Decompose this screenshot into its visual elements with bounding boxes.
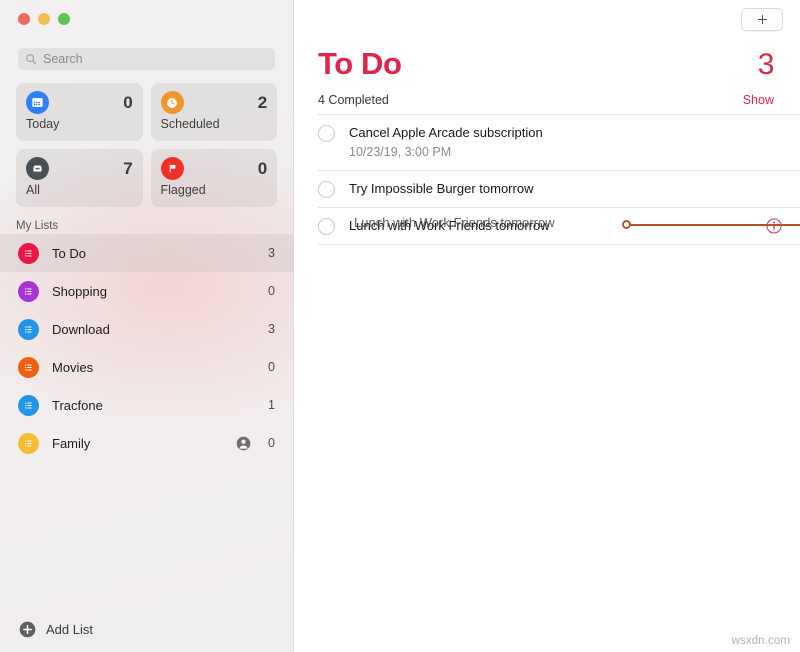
plus-circle-icon (19, 621, 36, 637)
sidebar-item-tracfone[interactable]: Tracfone 1 (0, 386, 293, 424)
sidebar-item-count: 1 (268, 398, 275, 412)
reminder-row[interactable]: Lunch with Work Friends tomorrow Lunch wi… (294, 208, 800, 244)
sidebar-item-count: 0 (268, 284, 275, 298)
list-icon (18, 356, 39, 378)
smart-list-label: All (26, 183, 40, 197)
sidebar-item-count: 0 (268, 360, 275, 374)
show-completed-button[interactable]: Show (743, 93, 774, 107)
reminders-window: 0 Today 2 Scheduled (0, 0, 800, 652)
smart-card-top: 7 (26, 157, 133, 180)
list-icon (18, 242, 39, 264)
sidebar-item-label: Family (52, 435, 91, 451)
minimize-window-button[interactable] (38, 13, 50, 25)
sidebar-item-label: Movies (52, 359, 94, 375)
sidebar-item-family[interactable]: Family 0 (0, 424, 293, 462)
user-lists: To Do 3 Shopping 0 Download 3 Movies 0 T… (0, 234, 293, 462)
smart-card-top: 2 (160, 91, 267, 114)
reminder-text: Try Impossible Burger tomorrow (349, 180, 782, 198)
reminder-info-icon[interactable] (766, 218, 782, 234)
smart-list-all[interactable]: 7 All (16, 149, 143, 207)
smart-list-scheduled[interactable]: 2 Scheduled (150, 83, 277, 141)
search-icon (26, 54, 37, 65)
reminder-divider (318, 244, 800, 246)
sidebar-item-count: 3 (268, 322, 275, 336)
page-title-count: 3 (757, 48, 775, 81)
reminder-text: Lunch with Work Friends tomorrow Lunch wi… (349, 215, 766, 235)
my-lists-header: My Lists (16, 220, 59, 232)
sidebar-item-shopping[interactable]: Shopping 0 (0, 272, 293, 310)
reminder-row[interactable]: Try Impossible Burger tomorrow (294, 171, 800, 207)
reminder-complete-toggle[interactable] (318, 181, 335, 199)
search-field[interactable] (18, 48, 275, 70)
smart-list-label: Today (26, 117, 60, 131)
main-titlebar (294, 0, 800, 38)
sidebar-item-count: 3 (268, 246, 275, 260)
sidebar-item-to-do[interactable]: To Do 3 (0, 234, 293, 272)
list-icon (18, 318, 39, 340)
reminders-list: Cancel Apple Arcade subscription 10/23/1… (294, 115, 800, 246)
shared-list-person-icon (236, 436, 251, 450)
smart-card-top: 0 (26, 91, 133, 114)
sidebar-item-label: Download (52, 321, 110, 337)
list-icon (18, 394, 39, 416)
smart-list-label: Scheduled (160, 117, 220, 131)
add-reminder-button[interactable] (741, 7, 783, 31)
smart-list-count: 0 (257, 158, 267, 178)
smart-card-top: 0 (160, 157, 267, 180)
sidebar-item-label: Tracfone (52, 397, 103, 413)
smart-list-count: 7 (123, 158, 133, 178)
completed-count-label: 4 Completed (318, 93, 389, 107)
reminder-title: Lunch with Work Friends tomorrow Lunch wi… (349, 215, 555, 234)
reminder-text: Cancel Apple Arcade subscription 10/23/1… (349, 124, 782, 161)
page-title: To Do (318, 46, 402, 81)
clock-icon (160, 91, 184, 114)
add-list-button[interactable]: Add List (0, 606, 293, 652)
sidebar-item-count: 0 (268, 436, 275, 450)
inbox-icon (26, 157, 49, 180)
sidebar-item-label: To Do (52, 245, 86, 261)
smart-list-count: 2 (257, 92, 267, 112)
main-content: To Do 3 4 Completed Show Cancel Apple Ar… (294, 0, 800, 652)
calendar-icon (26, 91, 49, 114)
reminder-drag-ghost: Lunch with Work Friends tomorrow (354, 215, 555, 231)
smart-lists-grid: 0 Today 2 Scheduled 7 All 0 Flagged (16, 83, 277, 207)
add-list-label: Add List (46, 621, 93, 637)
smart-list-count: 0 (123, 92, 133, 112)
reminder-title: Try Impossible Burger tomorrow (349, 181, 534, 197)
zoom-window-button[interactable] (58, 13, 70, 25)
reminder-complete-toggle[interactable] (318, 125, 335, 142)
flag-icon (160, 157, 184, 180)
traffic-lights (18, 13, 70, 25)
smart-list-today[interactable]: 0 Today (16, 83, 143, 141)
sidebar-item-label: Shopping (52, 283, 107, 299)
list-header: To Do 3 (294, 38, 800, 82)
list-icon (18, 432, 39, 454)
reminder-complete-toggle[interactable] (318, 218, 335, 236)
plus-icon (757, 14, 767, 24)
list-icon (18, 280, 39, 302)
watermark: wsxdn.com (731, 635, 790, 647)
sidebar: 0 Today 2 Scheduled (0, 0, 294, 652)
close-window-button[interactable] (18, 13, 30, 25)
sidebar-item-download[interactable]: Download 3 (0, 310, 293, 348)
reminder-due-date: 10/23/19, 3:00 PM (349, 144, 452, 159)
smart-list-flagged[interactable]: 0 Flagged (150, 149, 277, 207)
search-input[interactable] (43, 52, 268, 66)
smart-list-label: Flagged (160, 183, 206, 197)
reminder-title: Cancel Apple Arcade subscription (349, 125, 543, 140)
completed-row: 4 Completed Show (294, 82, 800, 114)
reminder-row[interactable]: Cancel Apple Arcade subscription 10/23/1… (294, 115, 800, 170)
sidebar-item-movies[interactable]: Movies 0 (0, 348, 293, 386)
window-titlebar (0, 0, 293, 38)
